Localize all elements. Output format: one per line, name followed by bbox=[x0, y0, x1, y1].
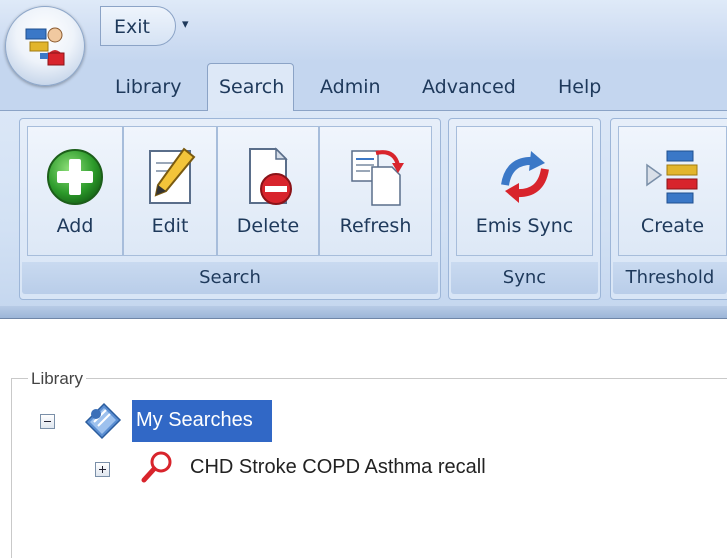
app-logo-icon bbox=[25, 27, 65, 66]
refresh-icon bbox=[350, 150, 404, 206]
ribbon-bottom-edge bbox=[0, 306, 727, 318]
create-threshold-icon bbox=[645, 150, 697, 204]
add-button[interactable]: Add bbox=[27, 126, 123, 256]
tab-admin[interactable]: Admin bbox=[320, 76, 381, 98]
tree-node-my-searches-label: My Searches bbox=[136, 409, 253, 431]
delete-button-label: Delete bbox=[236, 215, 300, 237]
collapse-toggle-icon[interactable] bbox=[40, 414, 55, 429]
searches-folder-icon bbox=[84, 402, 122, 440]
ribbon-group-search-label: Search bbox=[22, 262, 438, 294]
tab-library[interactable]: Library bbox=[115, 76, 181, 98]
tree-node-my-searches[interactable]: My Searches bbox=[132, 400, 272, 442]
pencil-icon bbox=[149, 147, 196, 204]
library-group-border-left bbox=[11, 378, 12, 558]
library-group-border-top bbox=[11, 378, 727, 379]
emis-sync-button-label: Emis Sync bbox=[475, 215, 574, 237]
tab-search-label: Search bbox=[219, 76, 285, 98]
edit-button[interactable]: Edit bbox=[123, 126, 217, 256]
add-icon bbox=[47, 149, 103, 205]
quick-access-dropdown-icon[interactable]: ▾ bbox=[182, 17, 189, 32]
application-menu-button[interactable] bbox=[5, 6, 85, 86]
edit-button-label: Edit bbox=[151, 215, 189, 237]
refresh-button-label: Refresh bbox=[339, 215, 412, 237]
ribbon-group-threshold-label: Threshold bbox=[613, 262, 727, 294]
ribbon-group-sync-label: Sync bbox=[451, 262, 598, 294]
tab-search[interactable]: Search bbox=[207, 63, 294, 111]
add-button-label: Add bbox=[56, 215, 94, 237]
emis-sync-button[interactable]: Emis Sync bbox=[456, 126, 593, 256]
delete-button[interactable]: Delete bbox=[217, 126, 319, 256]
magnifier-icon bbox=[141, 451, 172, 483]
create-threshold-button[interactable]: Create bbox=[618, 126, 727, 256]
tab-help[interactable]: Help bbox=[558, 76, 601, 98]
refresh-button[interactable]: Refresh bbox=[319, 126, 432, 256]
title-bar: Exit ▾ bbox=[0, 0, 727, 62]
library-group-legend: Library bbox=[28, 369, 86, 389]
sync-icon bbox=[500, 151, 549, 203]
tree-node-search-item[interactable]: CHD Stroke COPD Asthma recall bbox=[190, 456, 486, 479]
expand-toggle-icon[interactable] bbox=[95, 462, 110, 477]
delete-icon bbox=[249, 147, 292, 205]
tab-advanced[interactable]: Advanced bbox=[422, 76, 516, 98]
exit-button[interactable]: Exit bbox=[100, 6, 176, 46]
exit-button-label: Exit bbox=[114, 16, 150, 38]
create-threshold-button-label: Create bbox=[640, 215, 705, 237]
